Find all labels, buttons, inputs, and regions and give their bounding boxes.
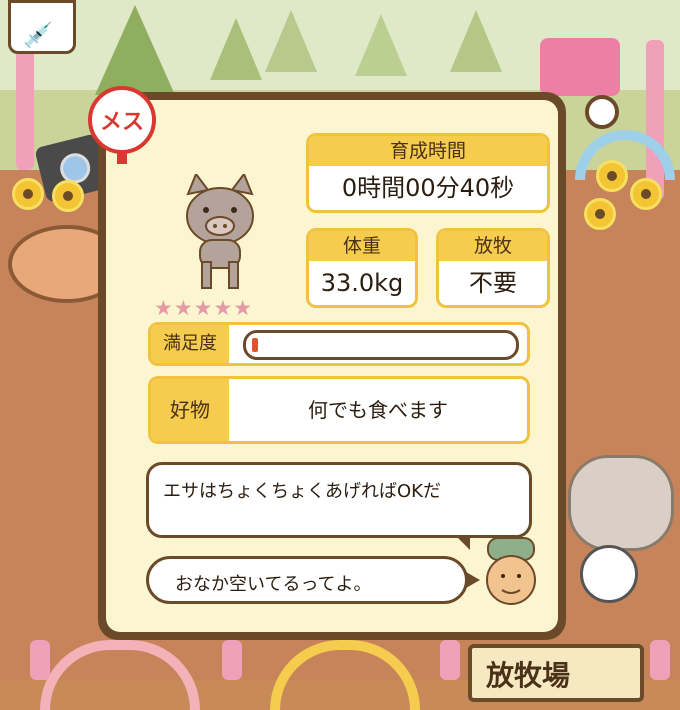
satisfaction-label: 満足度 <box>151 325 229 363</box>
pig-icon <box>182 171 258 292</box>
training-time-box: 育成時間 0時間00分40秒 <box>306 133 550 213</box>
syringe-icon: 💉 <box>23 21 53 49</box>
weight-box: 体重 33.0kg <box>306 228 418 308</box>
farmer-speech-bubble: おなか空いてるってよ。 <box>146 556 468 604</box>
satisfaction-bar <box>243 330 519 360</box>
pig-info-panel-body: ★★★★★ 育成時間 0時間00分40秒 体重 33.0kg 放牧 不要 満足度… <box>106 100 558 632</box>
farmer-icon <box>480 536 542 608</box>
syringe-button[interactable]: 💉 <box>8 0 76 54</box>
speech-text: おなか空いてるってよ。 <box>175 574 372 595</box>
sunflower-icon <box>584 198 616 230</box>
favorite-value: 何でも食べます <box>308 398 448 422</box>
weight-label: 体重 <box>309 231 415 261</box>
goat-icon <box>568 455 674 551</box>
grazing-label: 放牧 <box>439 231 547 261</box>
fence-post <box>30 640 50 680</box>
favorite-box: 好物 何でも食べます <box>148 376 530 444</box>
truck-wheel <box>585 95 619 129</box>
fence-post <box>16 40 34 170</box>
pasture-sign-label: 放牧場 <box>486 659 571 692</box>
favorite-label: 好物 <box>151 379 229 441</box>
tree <box>95 5 175 95</box>
female-badge: メス <box>88 86 156 154</box>
truck <box>540 38 620 96</box>
sunflower-icon <box>52 180 84 212</box>
training-time-value: 0時間00分40秒 <box>341 174 515 202</box>
sunflower-icon <box>596 160 628 192</box>
grazing-box: 放牧 不要 <box>436 228 550 308</box>
satisfaction-box: 満足度 <box>148 322 530 366</box>
pig-info-panel: ★★★★★ 育成時間 0時間00分40秒 体重 33.0kg 放牧 不要 満足度… <box>98 92 566 640</box>
tree <box>450 10 502 72</box>
weight-value: 33.0kg <box>320 269 404 297</box>
tree <box>265 10 317 72</box>
fence-post <box>650 640 670 680</box>
bird-icon <box>580 545 638 603</box>
bubble-tail <box>456 536 470 550</box>
star-rating: ★★★★★ <box>154 296 254 320</box>
fence-post <box>440 640 460 680</box>
hint-speech-bubble: エサはちょくちょくあげればOKだ <box>146 462 532 538</box>
pasture-sign-button[interactable]: 放牧場 <box>468 644 644 702</box>
female-symbol-icon <box>117 150 127 164</box>
satisfaction-bar-fill <box>252 338 258 352</box>
tree <box>210 18 262 80</box>
sunflower-icon <box>630 178 662 210</box>
training-time-label: 育成時間 <box>309 136 547 166</box>
grazing-value: 不要 <box>469 269 517 297</box>
fence-post <box>222 640 242 680</box>
sunflower-icon <box>12 178 44 210</box>
bubble-tail <box>466 572 480 588</box>
hint-text: エサはちょくちょくあげればOKだ <box>163 481 441 502</box>
female-badge-label: メス <box>99 110 144 135</box>
tree <box>355 14 407 76</box>
